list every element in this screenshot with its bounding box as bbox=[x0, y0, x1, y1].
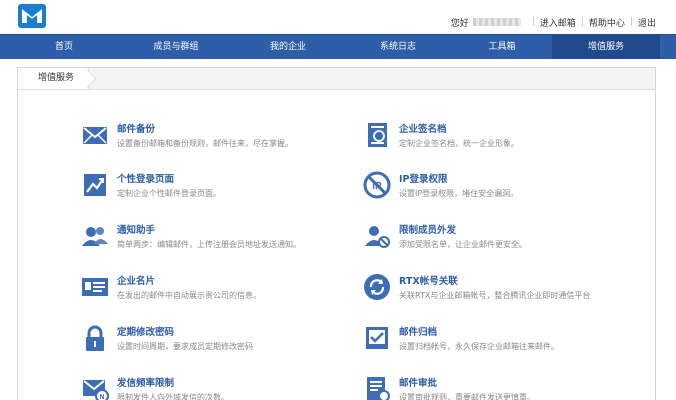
service-desc: 定制企业签名档，统一企业形象。 bbox=[399, 139, 519, 148]
username-masked bbox=[472, 18, 521, 26]
user-bar: 您好 | 进入邮箱 | 帮助中心 | 退出 bbox=[450, 16, 656, 29]
top-bar: 您好 | 进入邮箱 | 帮助中心 | 退出 bbox=[0, 0, 676, 34]
service-notify-helper[interactable]: 通知助手 简单两步：编辑邮件，上传注册会员地址发送通知。 bbox=[81, 222, 331, 262]
business-card-icon bbox=[82, 278, 108, 296]
service-desc: 在发出的邮件中自动展示贵公司的信息。 bbox=[117, 291, 261, 300]
ip-restrict-icon: IP bbox=[363, 171, 391, 199]
greeting: 您好 bbox=[450, 18, 469, 29]
service-business-card[interactable]: 企业名片 在发出的邮件中自动展示贵公司的信息。 bbox=[81, 273, 331, 313]
service-desc: 添加受限名单，让企业邮件更安全。 bbox=[399, 240, 527, 249]
nav-item-toolbox[interactable]: 工具箱 bbox=[452, 35, 552, 59]
nav-item-value-added[interactable]: 增值服务 bbox=[552, 35, 660, 59]
logo[interactable] bbox=[18, 4, 46, 28]
service-title[interactable]: 发信频率限制 bbox=[117, 375, 174, 389]
service-desc: 设置归档帐号，永久保存企业邮箱往来邮件。 bbox=[399, 342, 559, 351]
service-send-rate-limit[interactable]: N 发信频率限制 限制发件人向外域发信的次数。 bbox=[81, 375, 331, 400]
service-title[interactable]: RTX帐号关联 bbox=[399, 273, 458, 287]
service-desc: 关联RTX与企业邮箱帐号，整合腾讯企业即时通信平台 bbox=[399, 291, 591, 300]
service-custom-login[interactable]: 个性登录页面 定制企业个性邮件登录页面。 bbox=[81, 171, 331, 211]
service-desc: 定制企业个性邮件登录页面。 bbox=[117, 189, 221, 198]
svg-text:N: N bbox=[99, 394, 104, 400]
service-mail-approval[interactable]: 邮件审批 设置审批规则，重要邮件发送更慎重。 bbox=[363, 375, 613, 400]
svg-text:IP: IP bbox=[372, 181, 382, 192]
service-title[interactable]: 限制成员外发 bbox=[399, 222, 456, 236]
notify-users-icon bbox=[82, 227, 108, 246]
service-title[interactable]: 企业签名档 bbox=[399, 121, 447, 135]
service-rtx-link[interactable]: RTX帐号关联 关联RTX与企业邮箱帐号，整合腾讯企业即时通信平台 bbox=[363, 273, 613, 313]
enter-mailbox-link[interactable]: 进入邮箱 bbox=[540, 16, 576, 29]
content-panel: 增值服务 邮件备份 设置备份邮箱和备份规则，邮件往来，尽在掌握。 企业签名档 定… bbox=[17, 67, 656, 400]
main-nav: 首页 成员与群组 我的企业 系统日志 工具箱 增值服务 bbox=[0, 34, 676, 59]
service-desc: 简单两步：编辑邮件，上传注册会员地址发送通知。 bbox=[117, 240, 301, 249]
service-title[interactable]: 个性登录页面 bbox=[117, 171, 174, 185]
service-title[interactable]: 邮件归档 bbox=[399, 324, 437, 338]
service-restrict-members[interactable]: 限制成员外发 添加受限名单，让企业邮件更安全。 bbox=[363, 222, 613, 262]
service-desc: 限制发件人向外域发信的次数。 bbox=[117, 393, 229, 400]
lock-icon bbox=[86, 325, 104, 351]
sync-icon bbox=[364, 274, 390, 300]
nav-item-my-enterprise[interactable]: 我的企业 bbox=[232, 35, 344, 59]
service-password-change[interactable]: 定期修改密码 设置时间周期，要求成员定期修改密码 bbox=[81, 324, 331, 364]
archive-icon bbox=[366, 327, 388, 349]
service-signature[interactable]: 企业签名档 定制企业签名档，统一企业形象。 bbox=[363, 121, 613, 161]
mail-logo-icon bbox=[22, 9, 42, 23]
panel-header: 增值服务 bbox=[18, 68, 655, 90]
service-title[interactable]: 企业名片 bbox=[117, 273, 155, 287]
nav-item-system-log[interactable]: 系统日志 bbox=[344, 35, 452, 59]
service-desc: 设置IP登录权限，堵住安全漏洞。 bbox=[399, 189, 519, 198]
service-ip-login[interactable]: IP IP登录权限 设置IP登录权限，堵住安全漏洞。 bbox=[363, 171, 613, 211]
service-title[interactable]: 通知助手 bbox=[117, 222, 155, 236]
service-title[interactable]: IP登录权限 bbox=[399, 171, 448, 185]
approval-icon bbox=[367, 377, 390, 400]
service-mail-backup[interactable]: 邮件备份 设置备份邮箱和备份规则，邮件往来，尽在掌握。 bbox=[81, 121, 331, 161]
service-desc: 设置审批规则，重要邮件发送更慎重。 bbox=[399, 393, 535, 400]
service-desc: 设置备份邮箱和备份规则，邮件往来，尽在掌握。 bbox=[117, 139, 293, 148]
service-desc: 设置时间周期，要求成员定期修改密码 bbox=[117, 342, 253, 351]
nav-item-members-groups[interactable]: 成员与群组 bbox=[120, 35, 232, 59]
restrict-user-icon bbox=[365, 226, 390, 248]
service-mail-archive[interactable]: 邮件归档 设置归档帐号，永久保存企业邮箱往来邮件。 bbox=[363, 324, 613, 364]
breadcrumb: 增值服务 bbox=[18, 68, 90, 89]
rate-limit-icon: N bbox=[83, 380, 109, 400]
nav-item-home[interactable]: 首页 bbox=[8, 35, 120, 59]
signature-doc-icon bbox=[368, 123, 387, 147]
service-title[interactable]: 邮件审批 bbox=[399, 375, 437, 389]
custom-login-icon bbox=[84, 174, 106, 196]
help-center-link[interactable]: 帮助中心 bbox=[589, 16, 625, 29]
envelope-icon bbox=[83, 127, 107, 144]
service-title[interactable]: 定期修改密码 bbox=[117, 324, 174, 338]
service-title[interactable]: 邮件备份 bbox=[117, 121, 155, 135]
logout-link[interactable]: 退出 bbox=[638, 16, 656, 29]
